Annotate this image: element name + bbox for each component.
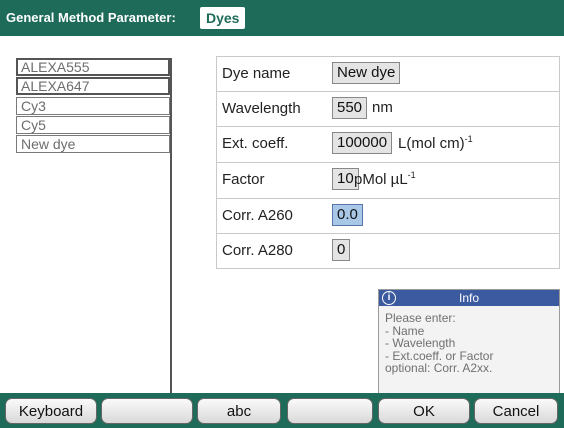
param-row-ext-coeff: Ext. coeff. 100000 L(mol cm)-1 bbox=[216, 126, 560, 161]
corr-a260-field[interactable]: 0.0 bbox=[332, 204, 363, 226]
corr-a280-label: Corr. A280 bbox=[222, 242, 293, 259]
keyboard-button[interactable]: Keyboard bbox=[5, 398, 97, 424]
wavelength-unit: nm bbox=[372, 99, 393, 116]
factor-unit: pMol µL-1 bbox=[354, 170, 416, 188]
factor-label: Factor bbox=[222, 171, 265, 188]
cancel-button[interactable]: Cancel bbox=[474, 398, 558, 424]
page-title: General Method Parameter: bbox=[6, 10, 176, 25]
ext-coeff-unit: L(mol cm)-1 bbox=[398, 134, 473, 152]
dye-name-field[interactable]: New dye bbox=[332, 62, 401, 84]
param-row-dye-name: Dye name New dye bbox=[216, 56, 560, 91]
wavelength-label: Wavelength bbox=[222, 100, 301, 117]
info-line: Please enter: bbox=[385, 311, 456, 325]
dye-list-item[interactable]: Cy3 bbox=[16, 97, 170, 115]
info-panel: i Info Please enter: - Name - Wavelength… bbox=[378, 289, 560, 395]
info-header: i Info bbox=[379, 290, 559, 306]
ext-coeff-field[interactable]: 100000 bbox=[332, 132, 393, 154]
param-row-corr-a260: Corr. A260 0.0 bbox=[216, 198, 560, 233]
dye-list-item[interactable]: New dye bbox=[16, 135, 170, 153]
dye-list-item[interactable]: ALEXA647 bbox=[16, 77, 170, 95]
corr-a280-field[interactable]: 0 bbox=[332, 239, 351, 261]
ext-coeff-unit-exponent: -1 bbox=[464, 134, 473, 144]
info-line: optional: Corr. A2xx. bbox=[385, 361, 493, 375]
dye-name-label: Dye name bbox=[222, 65, 291, 82]
ok-button[interactable]: OK bbox=[378, 398, 470, 424]
title-bar: General Method Parameter: Dyes bbox=[0, 0, 564, 36]
info-title: Info bbox=[458, 291, 479, 305]
softkey-2-button[interactable] bbox=[101, 398, 193, 424]
factor-unit-exponent: -1 bbox=[407, 170, 416, 180]
section-tab-dyes[interactable]: Dyes bbox=[200, 7, 246, 29]
abc-button[interactable]: abc bbox=[197, 398, 281, 424]
dye-list-item[interactable]: ALEXA555 bbox=[16, 58, 170, 76]
info-text: Please enter: - Name - Wavelength - Ext.… bbox=[385, 312, 493, 375]
softkey-bar: Keyboard abc OK Cancel bbox=[0, 393, 564, 428]
param-row-factor: Factor 10 pMol µL-1 bbox=[216, 162, 560, 197]
ext-coeff-label: Ext. coeff. bbox=[222, 135, 289, 152]
info-line: - Wavelength bbox=[385, 336, 456, 350]
corr-a260-label: Corr. A260 bbox=[222, 207, 293, 224]
dye-parameters: Dye name New dye Wavelength 550 nm Ext. … bbox=[216, 56, 560, 269]
dye-list: ALEXA555 ALEXA647 Cy3 Cy5 New dye bbox=[16, 58, 172, 413]
ext-coeff-unit-text: L(mol cm) bbox=[398, 135, 465, 152]
wavelength-field[interactable]: 550 bbox=[332, 97, 368, 119]
param-row-corr-a280: Corr. A280 0 bbox=[216, 233, 560, 269]
param-row-wavelength: Wavelength 550 nm bbox=[216, 91, 560, 126]
softkey-4-button[interactable] bbox=[287, 398, 373, 424]
factor-unit-text: pMol µL bbox=[354, 171, 408, 188]
dye-list-item[interactable]: Cy5 bbox=[16, 116, 170, 134]
